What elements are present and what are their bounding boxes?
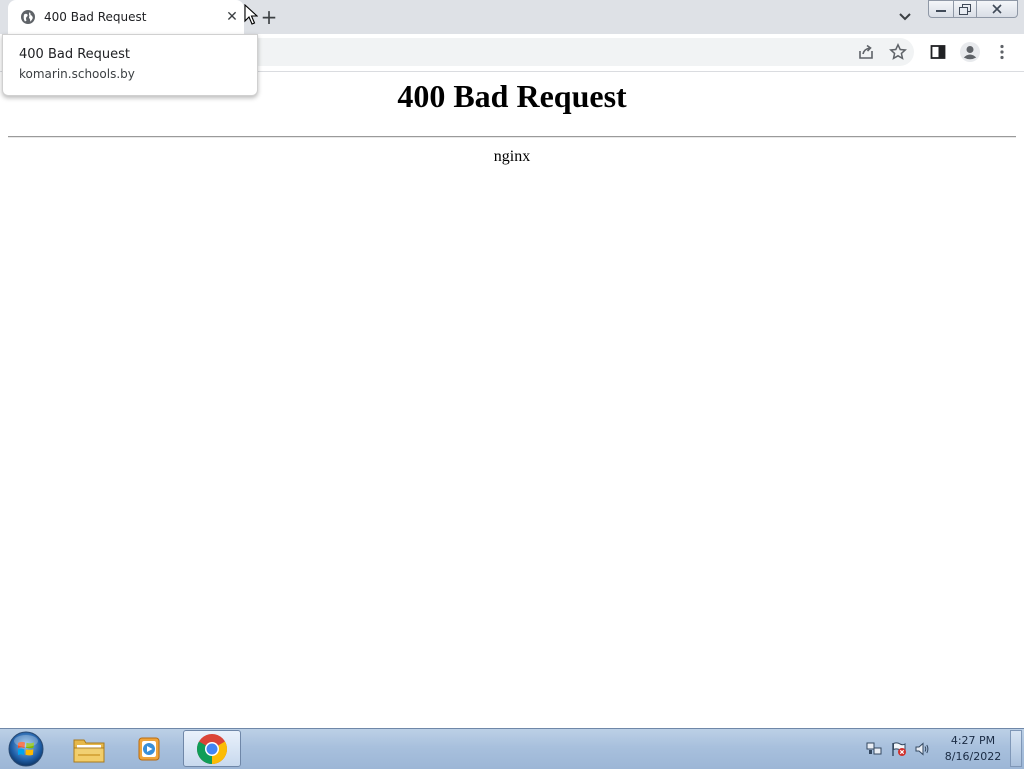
tab-title: 400 Bad Request: [44, 10, 147, 24]
chrome-icon[interactable]: [183, 730, 241, 767]
clock-date: 8/16/2022: [944, 750, 1002, 763]
taskbar: 4:27 PM 8/16/2022: [0, 728, 1024, 769]
page-content: 400 Bad Request nginx: [0, 72, 1024, 728]
windows-explorer-icon[interactable]: [60, 730, 118, 767]
divider: [8, 136, 1016, 138]
tab-active[interactable]: 400 Bad Request ✕: [8, 0, 244, 34]
bookmark-star-icon[interactable]: [888, 42, 908, 62]
side-panel-icon[interactable]: [928, 42, 948, 62]
volume-icon[interactable]: [914, 741, 930, 757]
window-controls: [928, 0, 1018, 18]
tab-hover-card: 400 Bad Request komarin.schools.by: [2, 34, 258, 96]
restore-button[interactable]: [954, 0, 977, 18]
tab-strip: 400 Bad Request ✕ +: [0, 0, 1024, 34]
minimize-button[interactable]: [928, 0, 954, 18]
mouse-cursor-icon: [244, 3, 259, 30]
close-window-button[interactable]: [977, 0, 1018, 18]
chevron-down-icon[interactable]: [894, 7, 916, 27]
globe-icon: [20, 9, 36, 25]
show-desktop-button[interactable]: [1010, 730, 1022, 767]
new-tab-button[interactable]: +: [258, 6, 280, 28]
hover-card-title: 400 Bad Request: [19, 47, 131, 62]
server-signature: nginx: [493, 148, 531, 165]
network-icon[interactable]: [866, 741, 882, 757]
start-orb[interactable]: [6, 730, 46, 768]
system-clock[interactable]: 4:27 PM 8/16/2022: [940, 733, 1006, 765]
clock-time: 4:27 PM: [950, 734, 996, 747]
profile-avatar-icon[interactable]: [958, 40, 982, 64]
media-player-icon[interactable]: [120, 730, 178, 767]
close-tab-icon[interactable]: ✕: [224, 9, 240, 25]
action-center-flag-icon[interactable]: [891, 741, 907, 757]
hover-card-url: komarin.schools.by: [19, 67, 135, 81]
menu-kebab-icon[interactable]: [992, 42, 1012, 62]
share-icon[interactable]: [856, 42, 876, 62]
